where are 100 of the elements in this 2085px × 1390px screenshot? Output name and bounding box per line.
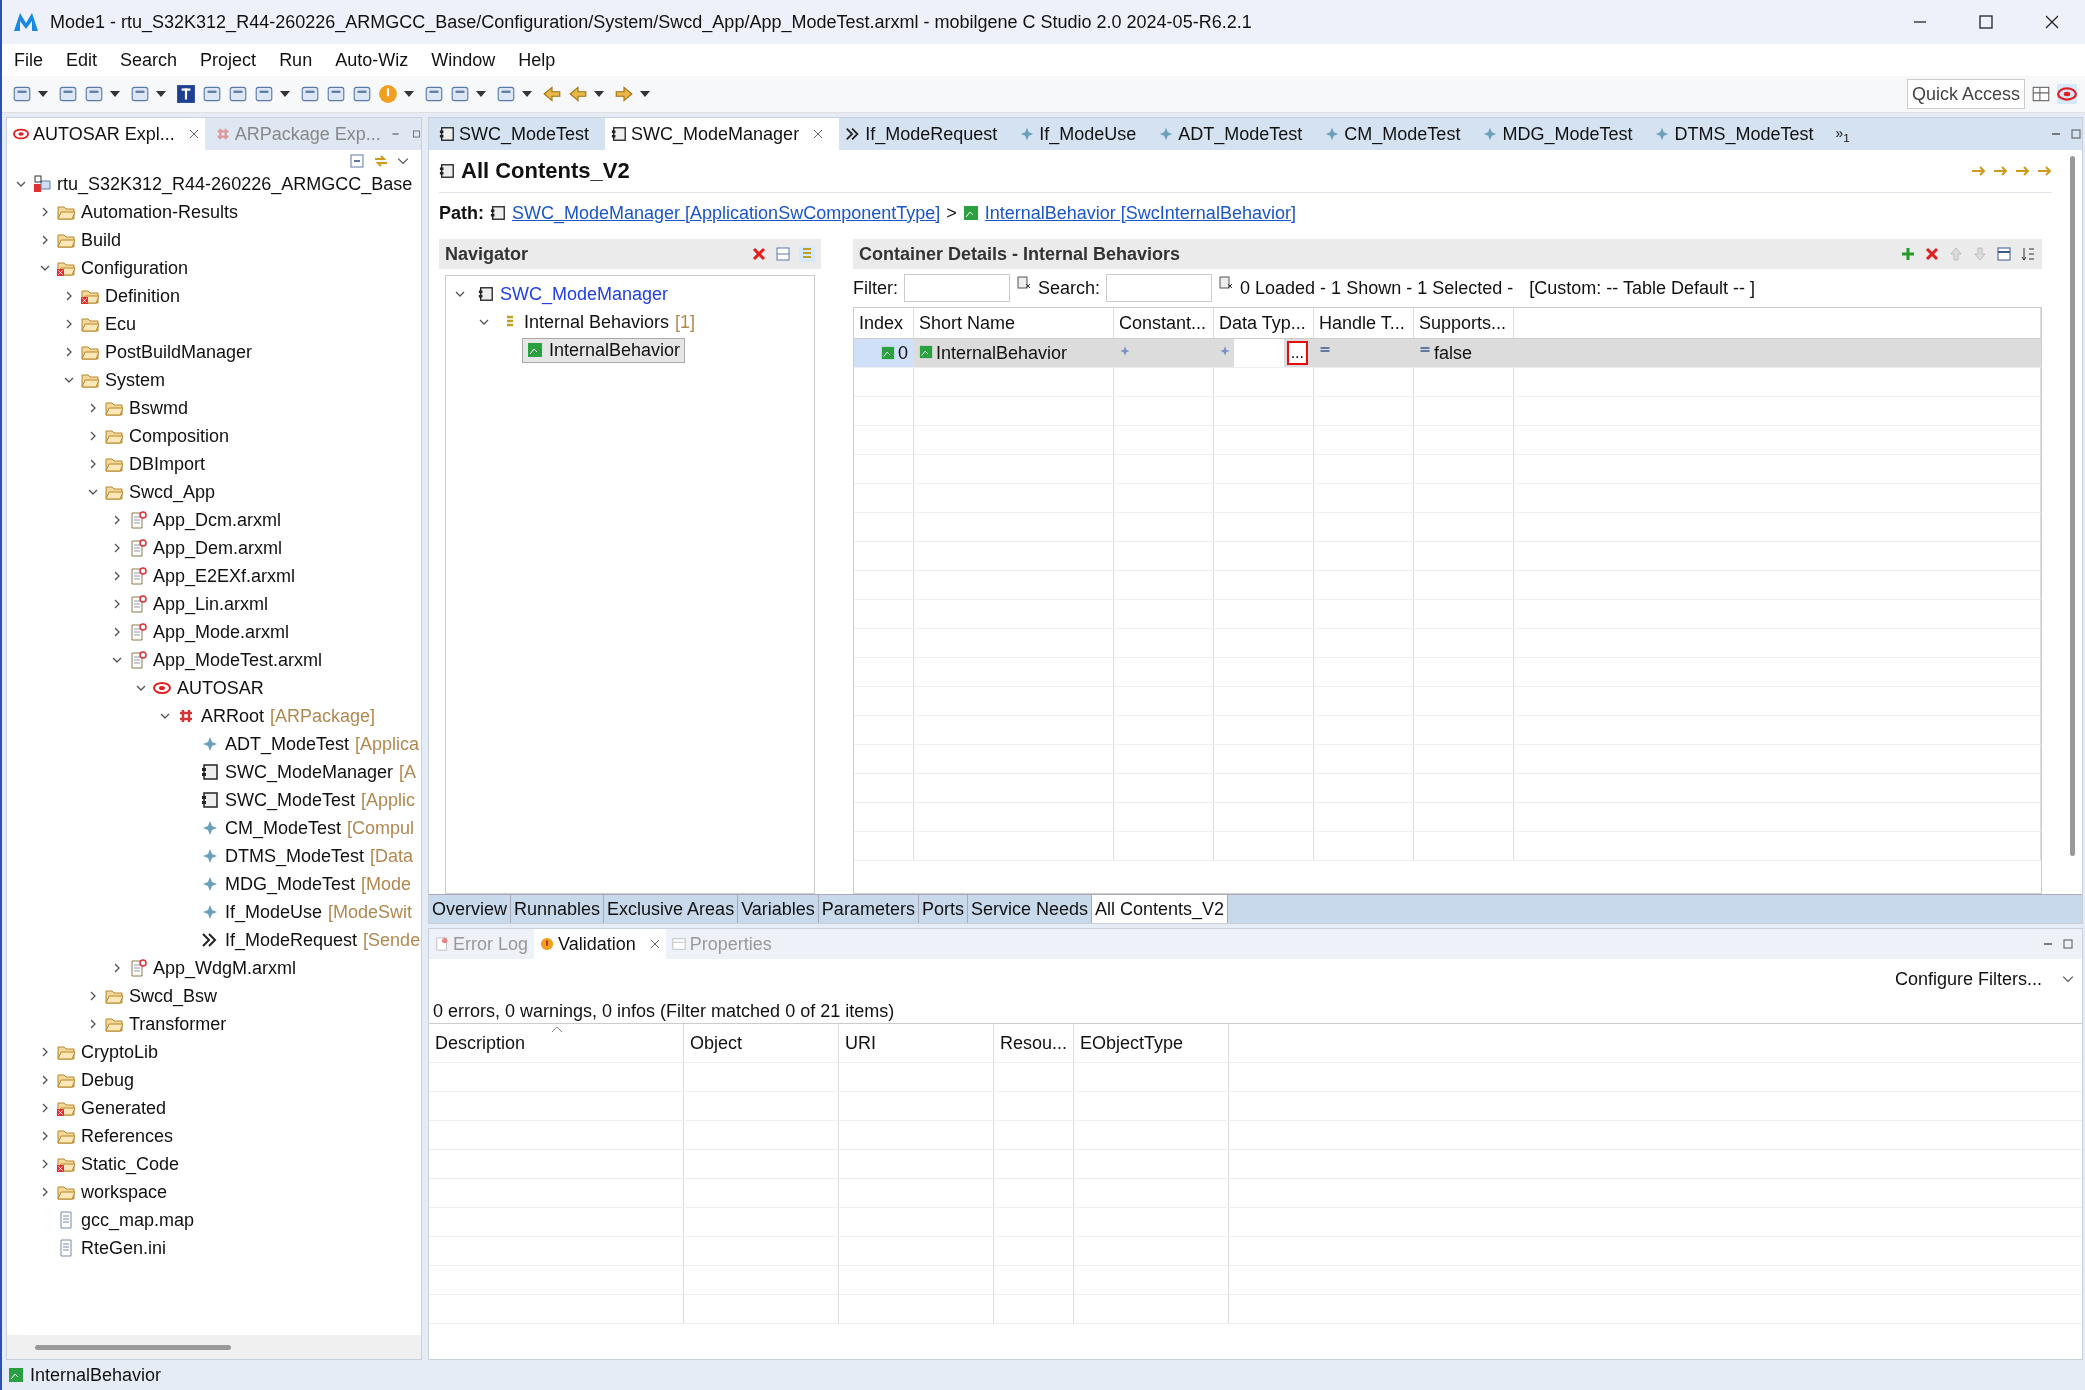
browse-button[interactable]: ... <box>1286 341 1308 365</box>
tree-item[interactable]: App_Dem.arxml <box>111 535 283 561</box>
tree-item[interactable]: Bswmd <box>87 395 188 421</box>
scrollbar-thumb[interactable] <box>35 1344 231 1350</box>
column-header[interactable]: Supports... <box>1414 308 1514 338</box>
tree-item[interactable]: InternalBehavior <box>522 337 686 363</box>
tree-item[interactable]: Transformer <box>87 1011 227 1037</box>
delete-icon[interactable] <box>751 246 767 262</box>
editor-tab[interactable]: DTMS_ModeTest <box>1648 118 1830 150</box>
column-header[interactable]: URI <box>839 1024 994 1062</box>
quick-access-field[interactable]: Quick Access <box>1907 79 2025 109</box>
tree-item[interactable]: Build <box>39 227 122 253</box>
link-icon[interactable] <box>373 153 389 169</box>
tree-item[interactable]: Ecu <box>63 311 137 337</box>
tree-item[interactable]: SWC_ModeManager <box>474 282 673 306</box>
menu-item[interactable]: Edit <box>66 49 98 71</box>
sort-icon[interactable] <box>2020 246 2036 262</box>
editor-tab[interactable]: MDG_ModeTest <box>1476 118 1649 150</box>
tree-item[interactable]: Generated <box>39 1095 167 1121</box>
back-icon[interactable] <box>542 84 562 104</box>
tree-item[interactable]: Internal Behaviors [1] <box>498 310 700 334</box>
caret-icon[interactable] <box>110 91 120 97</box>
page-tab[interactable]: All Contents_V2 <box>1092 895 1229 923</box>
menu-item[interactable]: Search <box>120 49 178 71</box>
menu-item[interactable]: Run <box>279 49 313 71</box>
column-header[interactable]: Object <box>684 1024 839 1062</box>
collapse-all-icon[interactable] <box>349 153 365 169</box>
caret-icon[interactable] <box>38 91 48 97</box>
caret-icon[interactable] <box>594 91 604 97</box>
menu-item[interactable]: Window <box>431 49 496 71</box>
menu-item[interactable]: File <box>14 49 43 71</box>
menu-item[interactable]: Project <box>200 49 257 71</box>
path-link[interactable]: SWC_ModeManager [ApplicationSwComponentType] <box>512 202 941 224</box>
editor-tab[interactable]: SWC_ModeTest <box>433 118 606 150</box>
layout-icon[interactable] <box>775 246 791 262</box>
clear-search-icon[interactable] <box>1218 275 1235 291</box>
tree-item[interactable]: App_Lin.arxml <box>111 591 269 617</box>
tree-item[interactable]: Automation-Results <box>39 199 239 225</box>
configure-filters-link[interactable]: Configure Filters... <box>1894 968 2042 990</box>
tree-item[interactable]: rtu_S32K312_R44-260226_ARMGCC_Base <box>15 171 413 197</box>
tree-item[interactable]: Configuration <box>39 255 189 281</box>
view-menu-icon[interactable] <box>2062 973 2074 985</box>
page-tab[interactable]: Runnables <box>511 895 605 923</box>
tree-item[interactable]: Swcd_Bsw <box>87 983 218 1009</box>
forward-icon[interactable] <box>614 84 634 104</box>
column-header[interactable]: Constant... <box>1114 308 1214 338</box>
page-tab[interactable]: Ports <box>918 895 968 923</box>
tree-item[interactable]: If_ModeRequest [Sende <box>183 927 421 953</box>
view-menu-icon[interactable] <box>397 155 409 167</box>
back-icon[interactable] <box>568 84 588 104</box>
view-tab[interactable]: AUTOSAR Expl... <box>7 118 205 150</box>
editor-tab[interactable]: SWC_ModeManager <box>605 118 840 150</box>
tree-item[interactable]: DBImport <box>87 451 206 477</box>
column-header[interactable]: Handle T... <box>1314 308 1414 338</box>
caret-icon[interactable] <box>404 91 414 97</box>
menu-item[interactable]: Help <box>518 49 556 71</box>
tree-item[interactable]: ARRoot [ARPackage] <box>159 703 376 729</box>
close-icon[interactable] <box>813 129 824 139</box>
delete-icon[interactable] <box>1924 246 1940 262</box>
column-header[interactable]: Short Name <box>914 308 1114 338</box>
add-icon[interactable] <box>1900 246 1916 262</box>
tree-item[interactable]: App_Mode.arxml <box>111 619 290 645</box>
more-tabs-button[interactable]: »$_{1}$ <box>1835 124 1850 144</box>
page-tab[interactable]: Service Needs <box>967 895 1092 923</box>
caret-icon[interactable] <box>156 91 166 97</box>
caret-icon[interactable] <box>280 91 290 97</box>
tree-item[interactable]: DTMS_ModeTest [Data <box>183 843 414 869</box>
tree-item[interactable]: RteGen.ini <box>39 1235 167 1261</box>
tree-item[interactable]: System <box>63 367 165 393</box>
close-icon[interactable] <box>188 129 199 139</box>
page-tab[interactable]: Parameters <box>818 895 919 923</box>
tree-item[interactable]: Composition <box>87 423 230 449</box>
tree-item[interactable]: Definition <box>63 283 181 309</box>
column-header[interactable]: EObjectType <box>1074 1024 1229 1062</box>
perspective-icon[interactable] <box>2031 84 2051 104</box>
editor-tab[interactable]: CM_ModeTest <box>1318 118 1477 150</box>
tree-item[interactable]: CM_ModeTest [Compul <box>183 815 415 841</box>
menu-item[interactable]: Auto-Wiz <box>335 49 409 71</box>
tree-item[interactable]: References <box>39 1123 174 1149</box>
editor-tab[interactable]: ADT_ModeTest <box>1152 118 1319 150</box>
autosar-perspective-icon[interactable] <box>2057 84 2077 104</box>
tree-item[interactable]: SWC_ModeTest [Applic <box>183 787 416 813</box>
maximize-icon[interactable] <box>2062 938 2074 950</box>
table-row[interactable]: 0 InternalBehavior ... false <box>854 339 2041 368</box>
text-icon[interactable] <box>176 84 196 104</box>
maximize-icon[interactable] <box>2070 128 2082 140</box>
editor-tab[interactable]: If_ModeRequest <box>839 118 1014 150</box>
caret-icon[interactable] <box>522 91 532 97</box>
search-field[interactable] <box>1106 274 1213 302</box>
page-tab[interactable]: Variables <box>738 895 819 923</box>
page-tab[interactable]: Exclusive Areas <box>604 895 739 923</box>
tree-item[interactable]: If_ModeUse [ModeSwit <box>183 899 413 925</box>
editor-tab[interactable]: If_ModeUse <box>1013 118 1153 150</box>
tree-item[interactable]: Swcd_App <box>87 479 216 505</box>
tree-item[interactable]: SWC_ModeManager [A <box>183 759 417 785</box>
path-link[interactable]: InternalBehavior [SwcInternalBehavior] <box>984 202 1296 224</box>
scrollbar-thumb[interactable] <box>2069 156 2075 856</box>
view-tab[interactable]: Validation <box>534 929 666 959</box>
column-header[interactable]: Index <box>854 308 914 338</box>
tree-item[interactable]: App_Dcm.arxml <box>111 507 282 533</box>
